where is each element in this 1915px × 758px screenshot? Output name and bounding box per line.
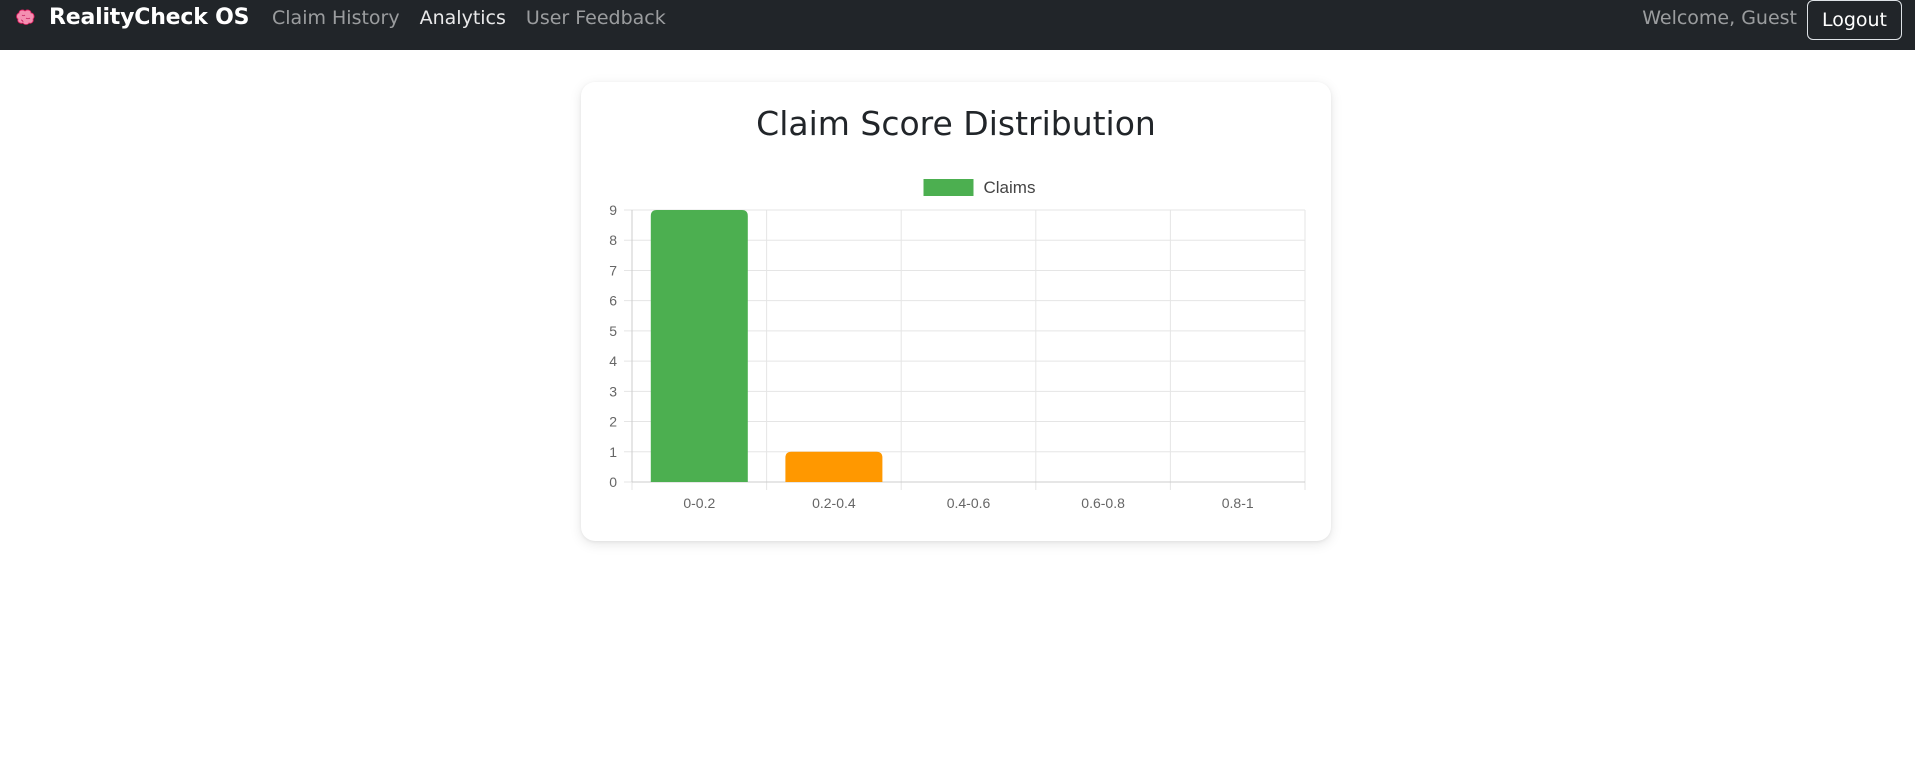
y-tick-label: 0 xyxy=(609,474,617,490)
top-navbar: RealityCheck OS Claim History Analytics … xyxy=(0,0,1915,50)
bar-chart: 0 1 2 3 4 5 6 7 8 9 0-0.2 0.2-0.4 0.4-0.6 0.6-0.8 0.8-… xyxy=(609,178,1306,511)
brand-name: RealityCheck OS xyxy=(49,5,250,30)
x-tick-label: 0.6-0.8 xyxy=(1081,495,1125,511)
logout-button[interactable]: Logout xyxy=(1806,0,1902,40)
bar-0-0.2 xyxy=(650,210,748,482)
y-tick-label: 5 xyxy=(609,323,617,339)
bar-0.2-0.4 xyxy=(785,451,883,482)
y-tick-label: 8 xyxy=(609,232,617,248)
brain-icon xyxy=(16,9,35,25)
x-tick-label: 0.2-0.4 xyxy=(812,495,856,511)
nav-link-claim-history[interactable]: Claim History xyxy=(272,7,400,29)
y-tick-label: 2 xyxy=(609,414,617,430)
y-tick-label: 6 xyxy=(609,293,617,309)
y-tick-label: 7 xyxy=(609,262,617,278)
x-tick-label: 0.8-1 xyxy=(1222,495,1254,511)
brand[interactable]: RealityCheck OS xyxy=(14,0,249,35)
welcome-text: Welcome, Guest xyxy=(1642,6,1797,29)
nav-links: Claim History Analytics User Feedback xyxy=(272,0,686,35)
y-tick-label: 3 xyxy=(609,383,617,399)
y-tick-label: 1 xyxy=(609,444,617,460)
nav-link-user-feedback[interactable]: User Feedback xyxy=(526,7,666,29)
legend-swatch xyxy=(923,179,974,196)
y-tick-label: 9 xyxy=(609,202,617,218)
x-tick-label: 0.4-0.6 xyxy=(947,495,991,511)
y-tick-label: 4 xyxy=(609,353,617,369)
chart-card: Claim Score Distribution 0 1 2 3 4 5 6 7 8 9 0-0.2… xyxy=(581,82,1331,541)
nav-link-analytics[interactable]: Analytics xyxy=(420,7,506,29)
x-tick-label: 0-0.2 xyxy=(683,495,715,511)
legend-label: Claims xyxy=(984,178,1036,197)
